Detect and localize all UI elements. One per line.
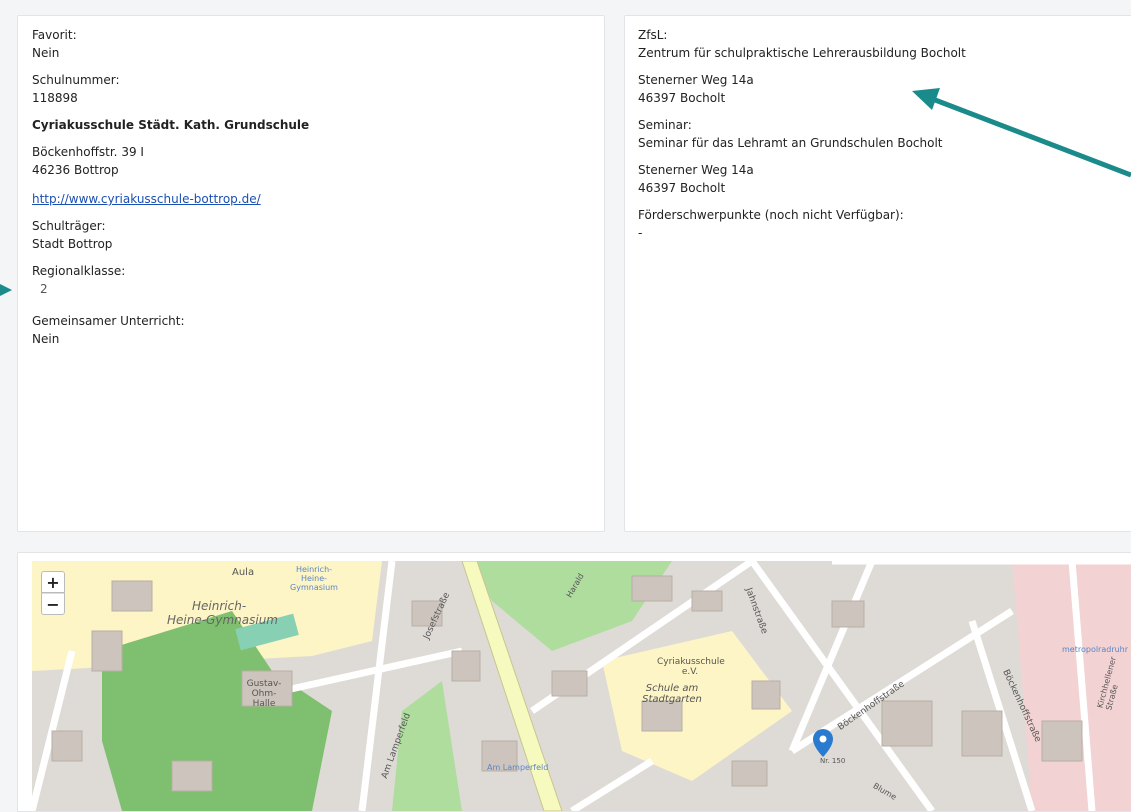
zfsl-value: Zentrum für schulpraktische Lehrerausbil… xyxy=(638,46,966,60)
map-label-schule: Schule am Stadtgarten xyxy=(642,683,702,705)
seminar-group: Seminar: Seminar für das Lehramt an Grun… xyxy=(638,116,1130,152)
focus-value: - xyxy=(638,226,643,240)
map-label-gustav: Gustav-Ohm-Halle xyxy=(246,679,282,709)
seminar-address: Stenerner Weg 14a 46397 Bocholt xyxy=(638,161,1130,197)
seminar-street: Stenerner Weg 14a xyxy=(638,163,754,177)
map-view[interactable]: + − Aula Heinrich-Heine-Gymnasium Heinri… xyxy=(32,561,1131,811)
zfsl-label: ZfsL: xyxy=(638,28,668,42)
school-number-group: Schulnummer: 118898 xyxy=(32,71,590,107)
seminar-label: Seminar: xyxy=(638,118,692,132)
school-city: 46236 Bottrop xyxy=(32,163,119,177)
joint-teaching-label: Gemeinsamer Unterricht: xyxy=(32,314,185,328)
school-number-value: 118898 xyxy=(32,91,78,105)
zfsl-details-card: ZfsL: Zentrum für schulpraktische Lehrer… xyxy=(624,15,1131,532)
website-group: http://www.cyriakusschule-bottrop.de/ xyxy=(32,188,590,208)
school-details-card: Favorit: Nein Schulnummer: 118898 Cyriak… xyxy=(17,15,605,532)
zfsl-group: ZfsL: Zentrum für schulpraktische Lehrer… xyxy=(638,26,1130,62)
joint-teaching-group: Gemeinsamer Unterricht: Nein xyxy=(32,312,590,348)
focus-group: Förderschwerpunkte (noch nicht Verfügbar… xyxy=(638,206,1130,242)
carrier-value: Stadt Bottrop xyxy=(32,237,113,251)
region-group: Regionalklasse: 2 xyxy=(32,262,590,298)
zfsl-street: Stenerner Weg 14a xyxy=(638,73,754,87)
map-label-am-lamperfeld-stop: Am Lamperfeld xyxy=(487,763,549,772)
map-label-heinrich-1: Heinrich- xyxy=(192,599,247,613)
school-name: Cyriakusschule Städt. Kath. Grundschule xyxy=(32,118,310,132)
school-number-label: Schulnummer: xyxy=(32,73,120,87)
map-label-heinrich-2: Heine-Gymnasium xyxy=(167,613,278,627)
school-name-group: Cyriakusschule Städt. Kath. Grundschule xyxy=(32,116,590,134)
map-label-heinrich-small: Heinrich-Heine-Gymnasium xyxy=(290,565,338,592)
carrier-label: Schulträger: xyxy=(32,219,106,233)
zoom-out-button[interactable]: − xyxy=(41,593,65,615)
focus-label: Förderschwerpunkte (noch nicht Verfügbar… xyxy=(638,208,904,222)
zoom-in-button[interactable]: + xyxy=(41,571,65,593)
arrow-left xyxy=(0,284,12,296)
favorite-label: Favorit: xyxy=(32,28,77,42)
map-card: + − Aula Heinrich-Heine-Gymnasium Heinri… xyxy=(17,552,1131,812)
seminar-value: Seminar für das Lehramt an Grundschulen … xyxy=(638,136,943,150)
map-label-aula: Aula xyxy=(232,567,255,578)
school-website-link[interactable]: http://www.cyriakusschule-bottrop.de/ xyxy=(32,192,261,206)
school-address: Böckenhoffstr. 39 I 46236 Bottrop xyxy=(32,143,590,179)
zfsl-address: Stenerner Weg 14a 46397 Bocholt xyxy=(638,71,1130,107)
region-value: 2 xyxy=(40,282,48,296)
favorite-group: Favorit: Nein xyxy=(32,26,590,62)
seminar-city: 46397 Bocholt xyxy=(638,181,726,195)
carrier-group: Schulträger: Stadt Bottrop xyxy=(32,217,590,253)
school-street: Böckenhoffstr. 39 I xyxy=(32,145,144,159)
favorite-value: Nein xyxy=(32,46,60,60)
joint-teaching-value: Nein xyxy=(32,332,60,346)
region-label: Regionalklasse: xyxy=(32,264,126,278)
park-area-2 xyxy=(392,681,462,811)
map-label-cyriakus: Cyriakusschule e.V. xyxy=(657,657,725,677)
location-pin-icon[interactable] xyxy=(811,727,835,759)
map-label-metro: metropolradruhr xyxy=(1062,645,1129,654)
zfsl-city: 46397 Bocholt xyxy=(638,91,726,105)
